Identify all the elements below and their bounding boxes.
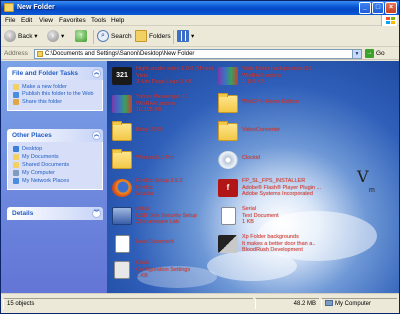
- forward-button[interactable]: › ▾: [47, 30, 64, 44]
- views-icon: [177, 30, 189, 43]
- text-document-icon: [221, 207, 236, 225]
- folder-icon: [4, 3, 14, 12]
- status-location: My Computer: [321, 298, 397, 309]
- explorer-window: New Folder _ □ × File Edit View Favorites …: [0, 0, 400, 314]
- go-arrow-icon: →: [365, 49, 374, 58]
- go-button[interactable]: → Go: [365, 49, 385, 59]
- views-button[interactable]: ▾: [177, 30, 194, 44]
- background-logo-text: V: [357, 167, 369, 186]
- my-documents-icon: [13, 154, 19, 160]
- setup-icon: [112, 207, 132, 225]
- address-label: Address: [4, 50, 28, 57]
- window-controls: _ □ ×: [358, 2, 397, 14]
- flash-icon: f: [218, 179, 238, 197]
- network-places-icon: [13, 178, 19, 184]
- firefox-icon: [112, 179, 132, 197]
- back-arrow-icon: ‹: [4, 30, 16, 43]
- winrar-icon: [112, 95, 132, 113]
- my-computer-icon: [13, 170, 19, 176]
- place-my-network-places[interactable]: My Network Places: [13, 177, 98, 185]
- address-path: C:\Documents and Settings\Sanoni\Desktop…: [45, 51, 195, 57]
- share-folder-link[interactable]: Share this folder: [13, 98, 98, 106]
- 321-media-icon: 321: [112, 67, 132, 85]
- panel-title[interactable]: Details ︾: [7, 207, 103, 220]
- place-shared-documents[interactable]: Shared Documents: [13, 161, 98, 169]
- folder-item[interactable]: WinXP H Home Edition: [218, 93, 358, 119]
- panel-title[interactable]: Other Places ︽: [7, 129, 103, 142]
- status-object-count: 15 objects: [3, 298, 253, 309]
- folder-item[interactable]: VideoConverter: [218, 121, 358, 147]
- file-item[interactable]: Vista folder backgrounds101 WinRAR archiv…: [218, 65, 358, 91]
- up-folder-icon: ↑: [75, 30, 87, 43]
- forward-arrow-icon: ›: [47, 30, 59, 43]
- winrar-icon: [218, 67, 238, 85]
- folder-icon: [218, 121, 238, 141]
- menu-file[interactable]: File: [5, 17, 15, 24]
- details-panel: Details ︾: [7, 207, 103, 220]
- file-item[interactable]: f FP_SL_FPS_INSTALLER Adobe® Flash® Playe…: [218, 177, 358, 203]
- collapse-icon[interactable]: ︽: [92, 131, 101, 140]
- cd-icon: [218, 151, 238, 169]
- place-my-documents[interactable]: My Documents: [13, 153, 98, 161]
- status-bar: 15 objects 48.2 MB My Computer: [1, 293, 399, 313]
- file-folder-tasks-panel: File and Folder Tasks ︽ Make a new folder…: [7, 67, 103, 111]
- shared-documents-icon: [13, 162, 19, 168]
- toolbar-separator: [93, 30, 94, 44]
- file-item[interactable]: Gtalk Configuration Settings 1 KB: [112, 259, 252, 285]
- file-item[interactable]: Xp Folder backgrounds It makes a better d…: [218, 233, 358, 259]
- my-computer-icon: [325, 300, 333, 307]
- window-title: New Folder: [17, 4, 55, 11]
- desktop-icon: [13, 146, 19, 152]
- place-my-computer[interactable]: My Computer: [13, 169, 98, 177]
- chevron-down-icon[interactable]: ▼: [352, 50, 361, 58]
- toolbar-separator: [173, 30, 174, 44]
- status-size: 48.2 MB: [255, 298, 319, 309]
- folders-button[interactable]: Folders: [135, 30, 171, 44]
- address-bar: Address C:\Documents and Settings\Sanoni…: [1, 48, 399, 60]
- folder-icon: [218, 93, 238, 113]
- search-icon: ⌕: [97, 30, 109, 43]
- maximize-button[interactable]: □: [372, 2, 384, 14]
- other-places-panel: Other Places ︽ Desktop My Documents Share…: [7, 129, 103, 190]
- file-item[interactable]: Clockid: [218, 149, 358, 175]
- share-icon: [13, 99, 19, 105]
- background-logo-text: m: [369, 187, 375, 194]
- menu-tools[interactable]: Tools: [91, 17, 106, 24]
- file-list-area[interactable]: V m 321 Night studio video 1.0.0 (Movie)…: [107, 61, 399, 293]
- panel-title[interactable]: File and Folder Tasks ︽: [7, 67, 103, 80]
- settings-file-icon: [114, 261, 130, 279]
- collapse-icon[interactable]: ︽: [92, 69, 101, 78]
- address-input[interactable]: C:\Documents and Settings\Sanoni\Desktop…: [34, 49, 362, 59]
- publish-folder-link[interactable]: Publish this folder to the Web: [13, 91, 98, 98]
- folder-icon: [112, 149, 132, 169]
- task-pane: File and Folder Tasks ︽ Make a new folder…: [1, 61, 107, 293]
- menu-view[interactable]: View: [39, 17, 53, 24]
- expand-icon[interactable]: ︾: [92, 209, 101, 218]
- menu-favorites[interactable]: Favorites: [59, 17, 86, 24]
- folder-icon: [37, 51, 43, 57]
- folders-icon: [135, 30, 147, 43]
- close-button[interactable]: ×: [385, 2, 397, 14]
- new-folder-icon: [13, 84, 19, 90]
- document-icon: [115, 235, 130, 253]
- file-item[interactable]: Serial Text Document 1 KB: [218, 205, 358, 231]
- make-new-folder-link[interactable]: Make a new folder: [13, 83, 98, 91]
- search-button[interactable]: ⌕ Search: [97, 30, 132, 44]
- back-button[interactable]: ‹ Back ▾: [4, 30, 38, 44]
- folder-background-icon: [218, 235, 238, 253]
- menu-help[interactable]: Help: [111, 17, 124, 24]
- place-desktop[interactable]: Desktop: [13, 145, 98, 153]
- toolbar: ‹ Back ▾ › ▾ ↑ ⌕ Search Folders ▾: [1, 27, 399, 47]
- menu-edit[interactable]: Edit: [21, 17, 32, 24]
- title-bar[interactable]: New Folder _ □ ×: [1, 1, 399, 15]
- windows-logo-icon: [381, 15, 397, 26]
- up-folder-button[interactable]: ↑: [75, 30, 89, 44]
- menu-bar: File Edit View Favorites Tools Help: [1, 15, 399, 26]
- folder-icon: [112, 121, 132, 141]
- minimize-button[interactable]: _: [359, 2, 371, 14]
